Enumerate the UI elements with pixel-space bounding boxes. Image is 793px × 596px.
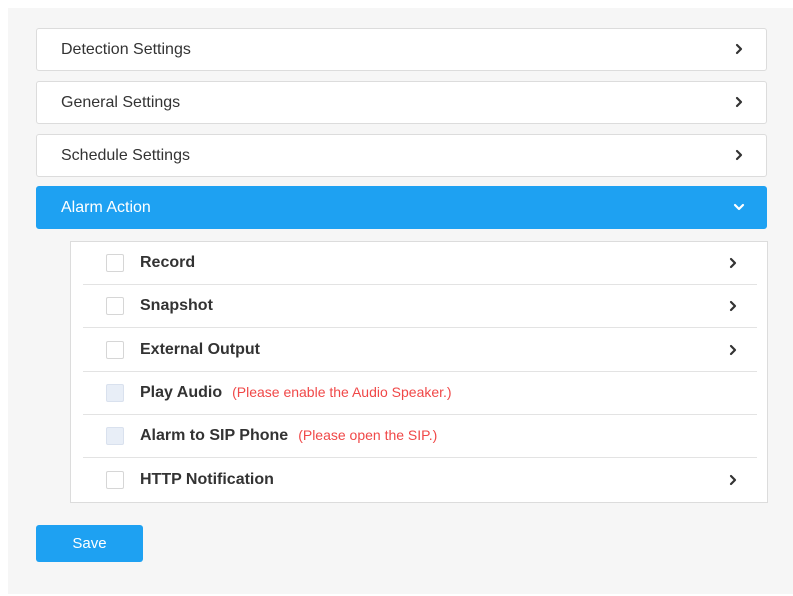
snapshot-label: Snapshot [140,297,213,314]
section-label: Alarm Action [61,199,151,216]
record-checkbox[interactable] [106,254,124,272]
chevron-right-icon[interactable] [727,298,739,314]
save-button[interactable]: Save [36,525,143,562]
play-audio-note: (Please enable the Audio Speaker.) [232,384,452,400]
play-audio-label: Play Audio [140,384,223,401]
section-label: Detection Settings [61,41,191,58]
sip-phone-label-group: Alarm to SIP Phone (Please open the SIP.) [140,427,437,445]
play-audio-label-group: Play Audio (Please enable the Audio Speak… [140,384,452,402]
chevron-right-icon [732,41,746,57]
external-output-label: External Output [140,341,261,358]
http-notification-label: HTTP Notification [140,471,274,488]
chevron-right-icon[interactable] [727,342,739,358]
external-output-checkbox[interactable] [106,341,124,359]
alarm-action-http-notification[interactable]: HTTP Notification [83,459,757,502]
section-schedule-settings[interactable]: Schedule Settings [36,134,767,177]
alarm-action-snapshot[interactable]: Snapshot [83,285,757,328]
alarm-action-play-audio: Play Audio (Please enable the Audio Speak… [83,372,757,415]
chevron-right-icon[interactable] [727,472,739,488]
alarm-action-record[interactable]: Record [83,242,757,285]
section-label: Schedule Settings [61,147,190,164]
sip-phone-checkbox [106,427,124,445]
play-audio-checkbox [106,384,124,402]
chevron-down-icon [732,199,746,215]
section-alarm-action[interactable]: Alarm Action [36,186,767,229]
record-label: Record [140,254,196,271]
http-notification-checkbox[interactable] [106,471,124,489]
sip-phone-note: (Please open the SIP.) [298,427,438,443]
chevron-right-icon [732,147,746,163]
chevron-right-icon [732,94,746,110]
alarm-action-external-output[interactable]: External Output [83,329,757,372]
section-general-settings[interactable]: General Settings [36,81,767,124]
chevron-right-icon[interactable] [727,255,739,271]
snapshot-checkbox[interactable] [106,297,124,315]
section-detection-settings[interactable]: Detection Settings [36,28,767,71]
alarm-action-list: Record Snapshot External Output Play Aud… [70,241,768,503]
section-label: General Settings [61,94,181,111]
sip-phone-label: Alarm to SIP Phone [140,427,289,444]
alarm-action-sip-phone: Alarm to SIP Phone (Please open the SIP.) [83,415,757,458]
settings-panel: Detection Settings General Settings Sche… [8,8,793,594]
